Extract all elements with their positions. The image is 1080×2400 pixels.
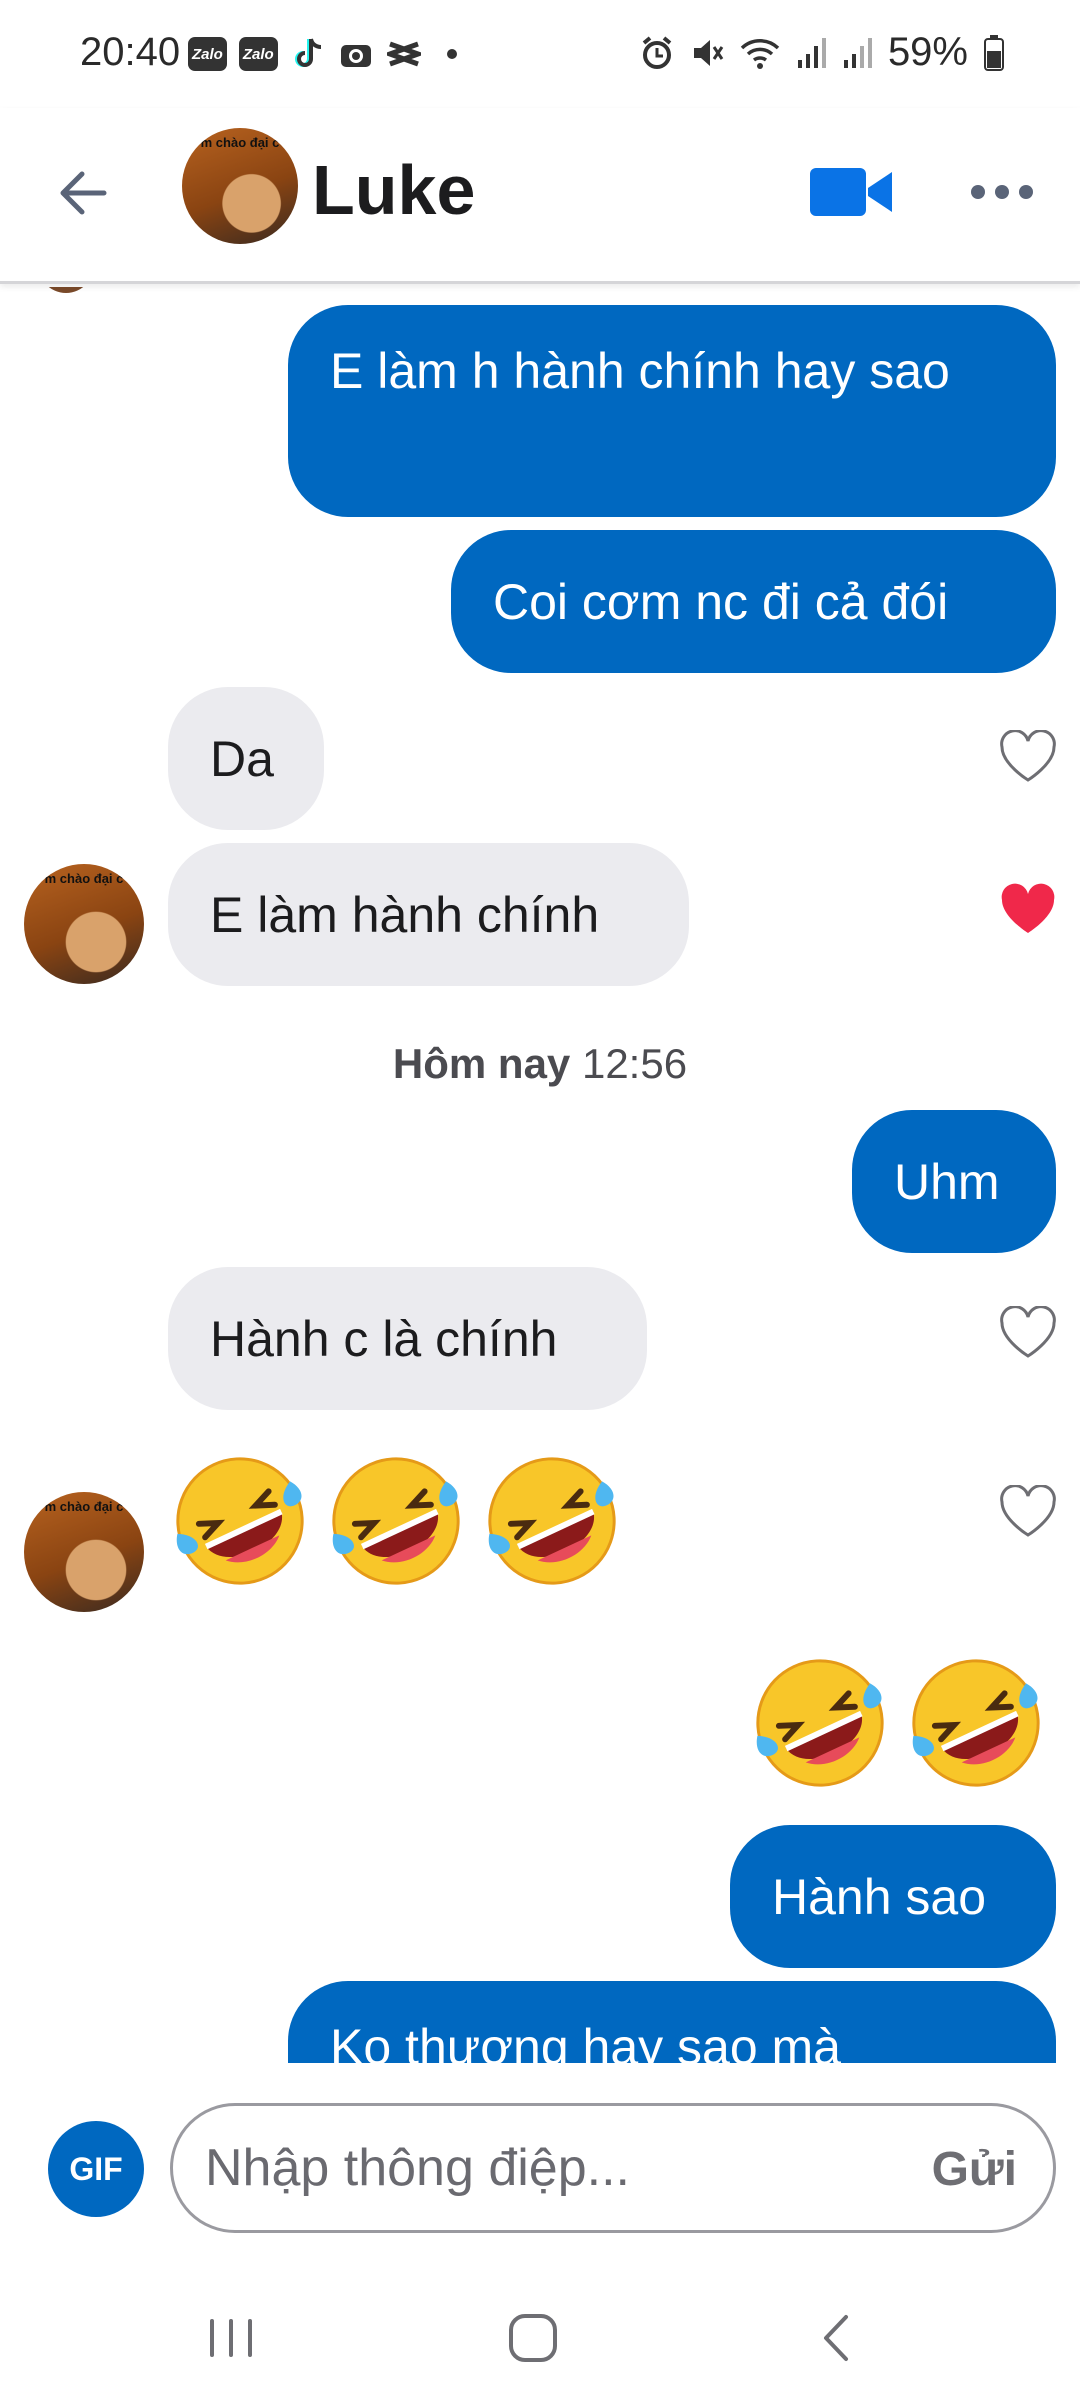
nav-back-button[interactable] (802, 2303, 872, 2373)
gif-button[interactable]: GIF (48, 2121, 144, 2217)
dog-avatar-image: m chào đại c (24, 1492, 144, 1612)
avatar-caption: m chào đại c (200, 134, 280, 150)
video-camera-icon (810, 168, 892, 216)
outgoing-message[interactable]: Uhm (852, 1110, 1056, 1253)
home-icon (509, 2314, 557, 2362)
more-options-button[interactable] (968, 174, 1036, 210)
heart-outline-icon[interactable] (998, 730, 1058, 784)
recent-apps-button[interactable] (196, 2303, 266, 2373)
chat-header: m chào đại c Luke (0, 108, 1080, 284)
incoming-message[interactable]: E làm hành chính (168, 843, 689, 986)
outgoing-emoji-message[interactable] (746, 1649, 1050, 1797)
rolling-on-floor-laughing-emoji-icon (488, 1457, 616, 1585)
arrow-left-icon (60, 171, 107, 215)
outgoing-message[interactable]: Coi cơm nc đi cả đói (451, 530, 1056, 673)
time-separator-time: 12:56 (581, 1040, 688, 1087)
status-indicators: 59% (640, 30, 1004, 75)
more-notifications-dot-icon (434, 36, 470, 72)
message-text: Ko thương hay sao mà (330, 2019, 841, 2063)
contact-avatar-partial (36, 287, 96, 293)
message-text: E làm h hành chính hay sao (330, 343, 950, 399)
mute-icon (693, 39, 724, 66)
message-input[interactable] (205, 2106, 825, 2230)
back-button[interactable] (50, 158, 120, 228)
outgoing-message[interactable]: E làm h hành chính hay sao (288, 305, 1056, 517)
notification-icons: Zalo Zalo (188, 36, 470, 72)
status-bar: 20:40 Zalo Zalo 59% (0, 0, 1080, 108)
message-text: E làm hành chính (210, 886, 600, 943)
camera-app-icon (338, 36, 374, 72)
message-text: Hành sao (772, 1868, 987, 1925)
system-navigation-bar (0, 2273, 1080, 2400)
contact-avatar[interactable]: m chào đại c (182, 128, 298, 244)
message-list[interactable]: E làm h hành chính hay sao Coi cơm nc đi… (0, 287, 1080, 2063)
contact-avatar[interactable]: m chào đại c (24, 1492, 144, 1612)
rolling-on-floor-laughing-emoji-icon (756, 1659, 884, 1787)
dog-avatar-image: m chào đại c (24, 864, 144, 984)
alarm-icon (642, 35, 672, 69)
outgoing-message[interactable]: Ko thương hay sao mà (288, 1981, 1056, 2063)
signal-icon (797, 37, 826, 68)
incoming-message[interactable]: Da (168, 687, 324, 830)
message-text: Hành c là chính (210, 1310, 558, 1367)
chevron-left-icon (824, 2315, 848, 2361)
send-button[interactable]: Gửi (932, 2142, 1017, 2197)
incoming-message[interactable]: Hành c là chính (168, 1267, 647, 1410)
status-time: 20:40 (80, 30, 181, 74)
zalo-app-icon: Zalo (188, 37, 227, 71)
time-separator: Hôm nay 12:56 (0, 1040, 1080, 1088)
rolling-on-floor-laughing-emoji-icon (176, 1457, 304, 1585)
signal-icon (843, 37, 872, 68)
capcut-icon (386, 36, 422, 72)
battery-percent: 59% (887, 30, 968, 74)
battery-icon (984, 34, 1004, 71)
zalo-app-icon: Zalo (238, 37, 278, 71)
rolling-on-floor-laughing-emoji-icon (912, 1659, 1040, 1787)
more-dots-icon (971, 185, 1033, 199)
outgoing-message[interactable]: Hành sao (730, 1825, 1056, 1968)
message-text: Uhm (894, 1153, 1000, 1210)
avatar-caption: m chào đại c (44, 871, 124, 887)
heart-outline-icon[interactable] (998, 1306, 1058, 1360)
message-text: Coi cơm nc đi cả đói (493, 573, 949, 630)
message-composer: GIF Gửi (0, 2063, 1080, 2273)
incoming-emoji-message[interactable] (166, 1447, 626, 1595)
wifi-icon (740, 38, 780, 69)
time-separator-day: Hôm nay (392, 1040, 571, 1087)
dog-avatar-image: m chào đại c (182, 128, 298, 244)
video-call-button[interactable] (808, 164, 894, 220)
message-input-box[interactable]: Gửi (170, 2103, 1056, 2233)
recent-apps-icon (210, 2319, 252, 2357)
heart-filled-icon[interactable] (998, 883, 1058, 937)
rolling-on-floor-laughing-emoji-icon (332, 1457, 460, 1585)
contact-avatar[interactable]: m chào đại c (24, 864, 144, 984)
message-text: Da (210, 730, 274, 787)
avatar-caption: m chào đại c (44, 1499, 124, 1515)
tiktok-icon (290, 36, 326, 72)
heart-outline-icon[interactable] (998, 1485, 1058, 1539)
contact-name[interactable]: Luke (312, 150, 475, 230)
home-button[interactable] (498, 2303, 568, 2373)
